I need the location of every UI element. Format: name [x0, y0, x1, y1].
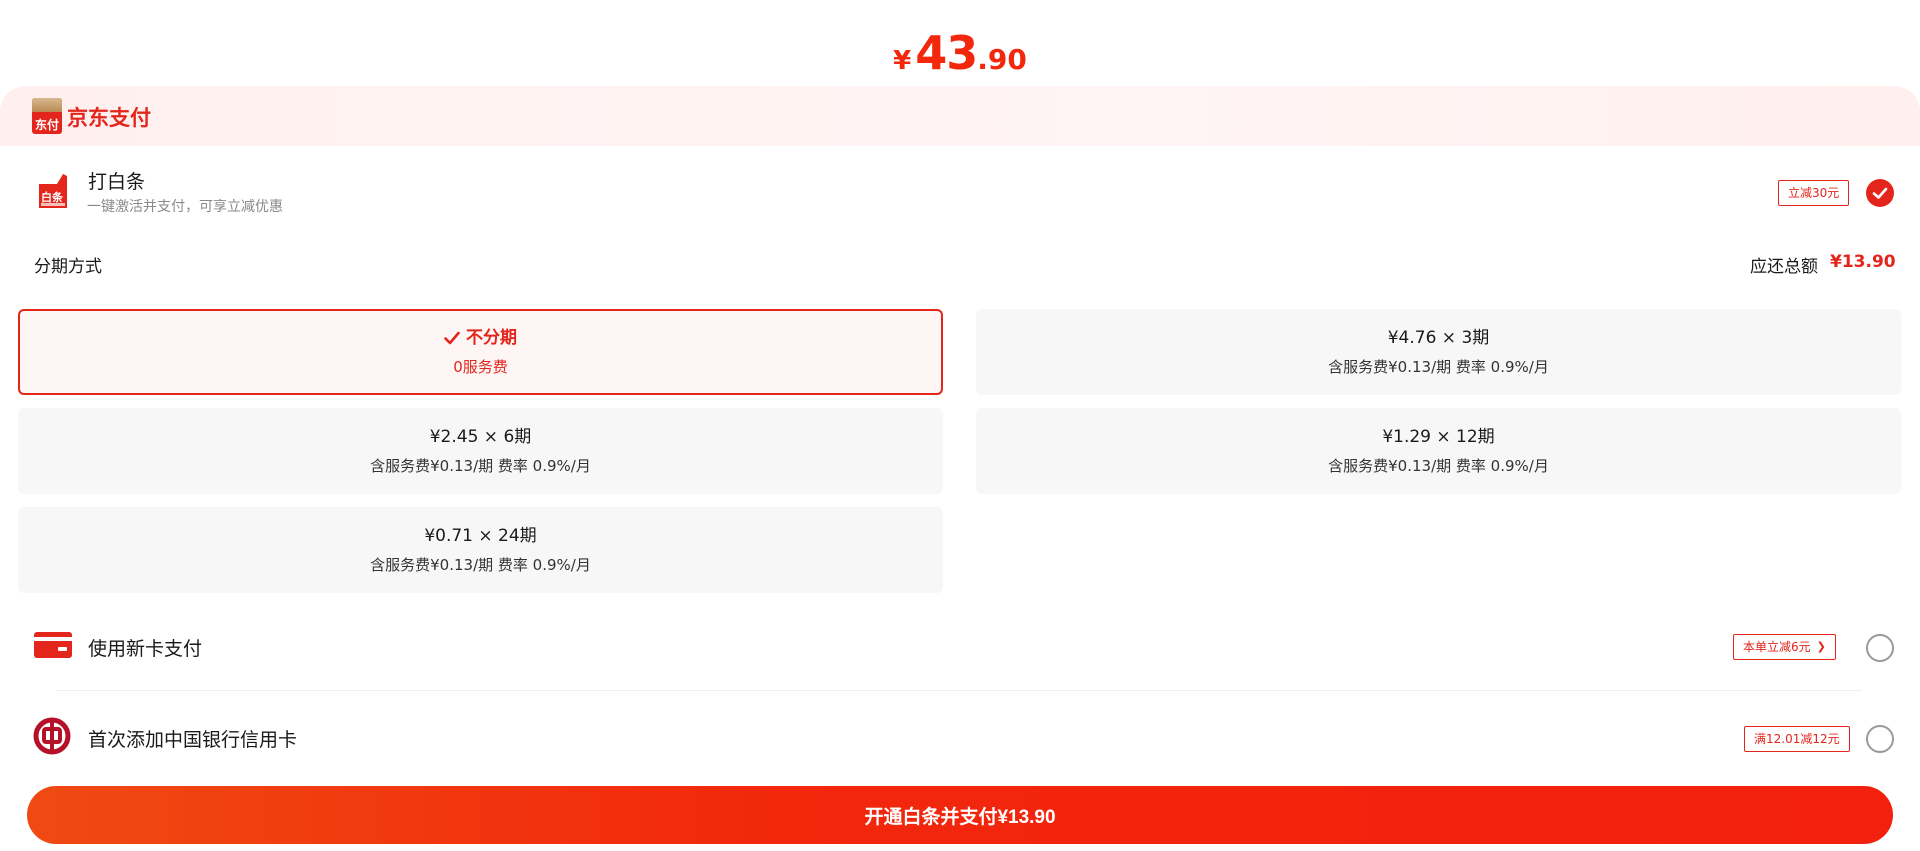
- jd-pay-logo-text: 东付: [34, 118, 59, 132]
- baitiao-icon-text: 白条: [41, 191, 63, 204]
- total-due-label: 应还总额: [1750, 257, 1818, 277]
- divider: [56, 690, 1862, 691]
- amount-decimal: .90: [977, 43, 1027, 76]
- installment-option-none[interactable]: 不分期 0服务费: [18, 309, 943, 395]
- installment-option-fee: 含服务费¥0.13/期 费率 0.9%/月: [370, 556, 591, 574]
- new-card-discount-badge[interactable]: 本单立减6元 ❯: [1733, 634, 1836, 660]
- installment-option-title: 不分期: [444, 326, 517, 350]
- bank-of-china-icon: [33, 717, 71, 755]
- jd-pay-header: 东付 京东支付: [0, 86, 1920, 146]
- baitiao-title[interactable]: 打白条: [88, 167, 145, 194]
- checkmark-icon: [1872, 187, 1888, 199]
- boc-card-radio[interactable]: [1866, 725, 1894, 753]
- activate-and-pay-button[interactable]: 开通白条并支付¥13.90: [27, 786, 1893, 844]
- installment-option-label: ¥0.71 × 24期: [424, 526, 537, 546]
- baitiao-discount-badge: 立减30元: [1778, 180, 1850, 206]
- chevron-right-icon: ❯: [1816, 640, 1826, 653]
- order-amount: ¥ 43 .90: [0, 26, 1920, 82]
- installment-option-label: ¥4.76 × 3期: [1387, 328, 1490, 348]
- installment-option-label: ¥1.29 × 12期: [1382, 427, 1495, 447]
- total-due-value: ¥13.90: [1830, 252, 1896, 272]
- baitiao-icon: 白条: [37, 170, 69, 210]
- credit-card-icon: [34, 632, 72, 658]
- new-card-radio[interactable]: [1866, 634, 1894, 662]
- baitiao-subtitle: 一键激活并支付，可享立减优惠: [87, 199, 283, 215]
- installment-label: 分期方式: [34, 257, 102, 277]
- new-card-discount-text: 本单立减6元: [1743, 640, 1811, 654]
- boc-card-label[interactable]: 首次添加中国银行信用卡: [88, 725, 297, 752]
- installment-option-24[interactable]: ¥0.71 × 24期 含服务费¥0.13/期 费率 0.9%/月: [18, 507, 943, 593]
- installment-option-fee: 含服务费¥0.13/期 费率 0.9%/月: [1328, 358, 1549, 376]
- new-card-label[interactable]: 使用新卡支付: [88, 634, 202, 661]
- installment-option-12[interactable]: ¥1.29 × 12期 含服务费¥0.13/期 费率 0.9%/月: [976, 408, 1901, 494]
- installment-option-6[interactable]: ¥2.45 × 6期 含服务费¥0.13/期 费率 0.9%/月: [18, 408, 943, 494]
- installment-option-label: 不分期: [466, 328, 517, 348]
- baitiao-selected-check[interactable]: [1866, 179, 1894, 207]
- installment-option-fee: 含服务费¥0.13/期 费率 0.9%/月: [1328, 457, 1549, 475]
- amount-integer: 43: [915, 26, 978, 80]
- installment-option-fee: 0服务费: [453, 358, 508, 376]
- installment-option-3[interactable]: ¥4.76 × 3期 含服务费¥0.13/期 费率 0.9%/月: [976, 309, 1901, 395]
- jd-pay-logo-icon: 东付: [32, 98, 62, 134]
- installment-option-fee: 含服务费¥0.13/期 费率 0.9%/月: [370, 457, 591, 475]
- amount-currency: ¥: [893, 46, 912, 76]
- brand-name: 京东支付: [67, 106, 151, 130]
- boc-discount-badge: 满12.01减12元: [1744, 726, 1850, 752]
- installment-option-label: ¥2.45 × 6期: [429, 427, 532, 447]
- checkmark-icon: [444, 331, 460, 345]
